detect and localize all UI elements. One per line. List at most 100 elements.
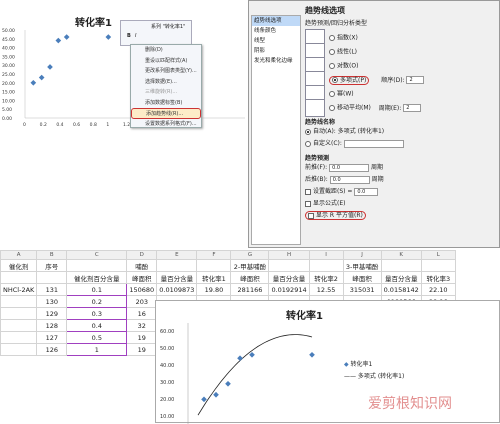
column-letter[interactable]: K <box>380 250 422 260</box>
header-cell[interactable]: 转化率1 <box>196 271 232 284</box>
header-cell[interactable]: 3-甲基哺酚 <box>342 259 382 272</box>
header-cell[interactable]: 转化率2 <box>308 271 344 284</box>
menu-item-add-labels[interactable]: 添加数据标签(B) <box>131 98 201 109</box>
table-cell[interactable]: 16 <box>126 307 158 320</box>
table-cell[interactable]: 19 <box>126 331 158 344</box>
header-cell[interactable]: 峰面积 <box>230 271 270 284</box>
column-letter[interactable]: B <box>36 250 68 260</box>
menu-item-select-data[interactable]: 选择数据(E)... <box>131 77 201 88</box>
table-cell[interactable]: NHCl-2AK <box>0 283 38 296</box>
header-cell[interactable]: 序号 <box>36 259 68 272</box>
period-input[interactable]: 2 <box>403 104 422 112</box>
table-cell[interactable]: 128 <box>36 319 68 332</box>
custom-name-input[interactable] <box>343 139 404 148</box>
sidebar-item-line-style[interactable]: 线型 <box>252 36 300 46</box>
radio-moving-average[interactable] <box>329 105 335 111</box>
column-letter[interactable]: L <box>420 250 456 260</box>
series-format-toolbar[interactable]: 系列 "转化率1" B I <box>120 20 192 46</box>
header-cell[interactable] <box>268 259 310 272</box>
radio-linear[interactable] <box>329 49 335 55</box>
header-cell[interactable]: 催化剂 <box>0 259 38 272</box>
table-cell[interactable] <box>0 331 38 344</box>
backward-input[interactable]: 0.0 <box>329 175 370 184</box>
header-cell[interactable]: 量百分含量 <box>380 271 422 284</box>
header-cell[interactable]: 峰面积 <box>126 271 158 284</box>
data-point[interactable] <box>201 396 207 403</box>
menu-item-add-trendline[interactable]: 添加趋势线(R)... <box>131 108 201 119</box>
table-cell[interactable]: 12.55 <box>308 283 344 296</box>
column-letter[interactable]: C <box>66 250 128 260</box>
table-cell[interactable]: 126 <box>36 343 68 356</box>
menu-item-change-type[interactable]: 更改系列图表类型(Y)... <box>131 66 201 77</box>
table-cell[interactable]: 0.0192914 <box>268 283 310 296</box>
table-cell[interactable]: 1 <box>66 343 128 356</box>
context-menu[interactable]: 删除(D) 重设以匹配样式(A) 更改系列图表类型(Y)... 选择数据(E).… <box>130 44 202 128</box>
intercept-input[interactable]: 0.0 <box>354 187 379 196</box>
column-letter[interactable]: A <box>0 250 38 260</box>
table-cell[interactable]: 19.80 <box>196 283 232 296</box>
table-cell[interactable] <box>0 343 38 356</box>
table-cell[interactable] <box>0 295 38 308</box>
sidebar-item-shadow[interactable]: 阴影 <box>252 46 300 56</box>
table-cell[interactable]: 19 <box>126 343 158 356</box>
sidebar-item-line-color[interactable]: 线条颜色 <box>252 26 300 36</box>
table-cell[interactable]: 0.4 <box>66 319 128 332</box>
data-point[interactable] <box>249 351 255 358</box>
column-letter[interactable]: I <box>308 250 344 260</box>
table-cell[interactable]: 315031 <box>342 283 382 296</box>
header-cell[interactable] <box>196 259 232 272</box>
header-cell[interactable] <box>36 271 68 284</box>
show-equation-checkbox[interactable] <box>305 200 311 207</box>
menu-item-3d-rotate[interactable]: 三维旋转(R)... <box>131 87 201 98</box>
header-cell[interactable]: 量百分含量 <box>268 271 310 284</box>
sidebar-item-glow[interactable]: 发光和柔化边缘 <box>252 56 300 66</box>
table-cell[interactable]: 0.0109873 <box>156 283 198 296</box>
radio-log[interactable] <box>329 63 335 69</box>
forward-input[interactable]: 0.0 <box>329 163 370 172</box>
menu-item-format-series[interactable]: 设置数据系列格式(F)... <box>131 119 201 130</box>
header-cell[interactable] <box>420 259 456 272</box>
menu-item-reset-style[interactable]: 重设以匹配样式(A) <box>131 56 201 67</box>
column-letter[interactable]: F <box>196 250 232 260</box>
header-cell[interactable] <box>380 259 422 272</box>
column-letter[interactable]: G <box>230 250 270 260</box>
format-trendline-dialog[interactable]: 趋势线选项 线条颜色 线型 阴影 发光和柔化边缘 趋势线选项 趋势预测/回归分析… <box>248 0 500 248</box>
intercept-checkbox[interactable] <box>305 188 311 195</box>
table-cell[interactable]: 0.5 <box>66 331 128 344</box>
sidebar-item-trendline-options[interactable]: 趋势线选项 <box>252 16 300 26</box>
table-cell[interactable]: 130 <box>36 295 68 308</box>
order-input[interactable]: 2 <box>406 76 425 84</box>
header-cell[interactable]: 哺酚 <box>126 259 158 272</box>
table-cell[interactable]: 0.3 <box>66 307 128 320</box>
dialog-sidebar[interactable]: 趋势线选项 线条颜色 线型 阴影 发光和柔化边缘 <box>251 15 301 245</box>
series-label[interactable]: 系列 "转化率1" <box>151 23 185 30</box>
header-cell[interactable]: 催化剂百分含量 <box>66 271 128 284</box>
radio-power[interactable] <box>329 91 335 97</box>
column-letter[interactable]: D <box>126 250 158 260</box>
data-point[interactable] <box>213 391 219 398</box>
header-cell[interactable] <box>308 259 344 272</box>
header-cell[interactable] <box>0 271 38 284</box>
column-letter[interactable]: J <box>342 250 382 260</box>
menu-item-delete[interactable]: 删除(D) <box>131 45 201 56</box>
table-cell[interactable]: 150680 <box>126 283 158 296</box>
header-cell[interactable]: 量百分含量 <box>156 271 198 284</box>
table-cell[interactable]: 203 <box>126 295 158 308</box>
radio-polynomial[interactable] <box>332 77 338 83</box>
radio-auto-name[interactable] <box>305 128 311 135</box>
table-cell[interactable]: 22.10 <box>420 283 456 296</box>
data-point[interactable] <box>309 351 315 358</box>
header-cell[interactable]: 2-甲基哺酚 <box>230 259 270 272</box>
header-cell[interactable]: 转化率3 <box>420 271 456 284</box>
header-cell[interactable]: 峰面积 <box>342 271 382 284</box>
table-cell[interactable]: 281166 <box>230 283 270 296</box>
conversion-chart[interactable]: 转化率1 60.00 50.00 40.00 30.00 20.00 10.00 ◆ 转化… <box>155 300 500 424</box>
radio-custom-name[interactable] <box>305 140 311 147</box>
column-letter[interactable]: E <box>156 250 198 260</box>
table-cell[interactable]: 0.1 <box>66 283 128 296</box>
data-point[interactable] <box>225 380 231 387</box>
table-row[interactable]: NHCl-2AK 131 0.1 150680 0.0109873 19.80 281166… <box>0 283 456 296</box>
table-cell[interactable]: 32 <box>126 319 158 332</box>
show-r2-checkbox[interactable] <box>308 212 314 219</box>
table-cell[interactable]: 0.2 <box>66 295 128 308</box>
